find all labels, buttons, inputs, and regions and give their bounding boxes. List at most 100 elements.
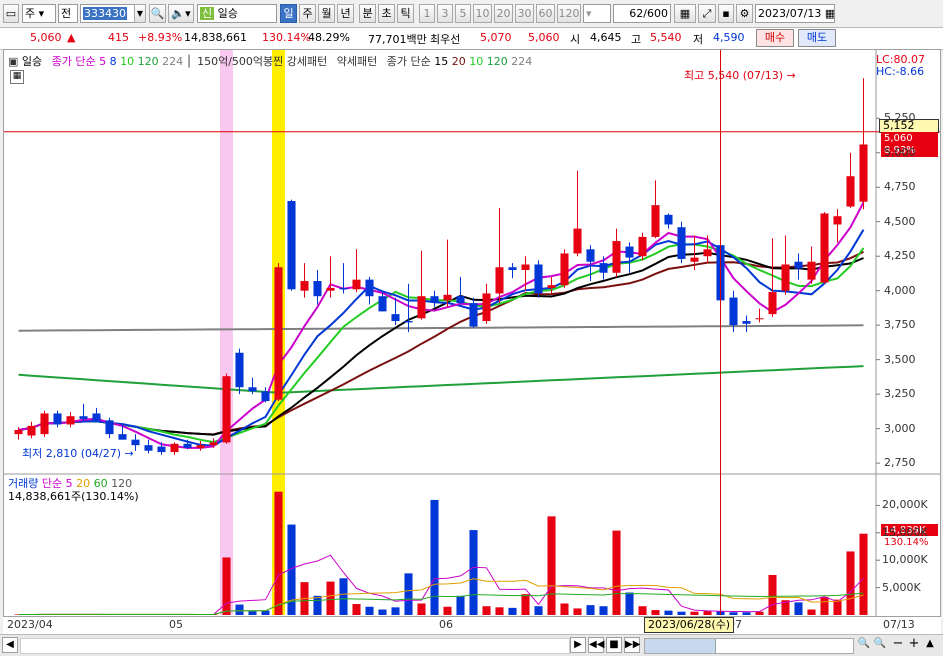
legend-stock-name: 일승: [22, 55, 42, 68]
volume-bar: [677, 612, 685, 615]
volume-bar: [313, 596, 321, 615]
period-week-button[interactable]: 주: [299, 4, 316, 23]
zoom-in-search-icon[interactable]: 🔍: [872, 637, 888, 653]
toolbar: ▭ 주 ▾ 전 333430 ▼ 🔍 🔈▾ 신 일승 일 주 월 년 분 초 틱…: [0, 0, 943, 28]
candle-body: [222, 376, 230, 442]
candle-body: [352, 280, 360, 290]
candle-body: [573, 229, 581, 254]
candle-body: [430, 296, 438, 302]
best-bid: 5,060: [528, 31, 560, 44]
candle-body: [456, 296, 464, 303]
candle-body: [170, 444, 178, 452]
window-icon[interactable]: ▭: [3, 4, 19, 23]
period-second-button[interactable]: 초: [378, 4, 395, 23]
period-select[interactable]: 전: [58, 4, 78, 23]
volume-bar: [469, 530, 477, 615]
scroll-track[interactable]: [20, 638, 570, 654]
minute-5-button[interactable]: 5: [455, 4, 471, 23]
candle-body: [183, 444, 191, 448]
type-select[interactable]: 주 ▾: [22, 4, 56, 23]
scrollbar[interactable]: ◀ ▶ ◀◀ ■ ▶▶ 🔍 🔍 − + ▲: [0, 634, 943, 656]
candle-body: [755, 318, 763, 319]
period-minute-button[interactable]: 분: [359, 4, 376, 23]
price-legend: ▣ 일승 종가 단순 5 8 10 120 224 ▏150억/500억봉찐 강…: [8, 53, 532, 69]
x-label-end: 07/13: [883, 618, 915, 631]
candle-body: [560, 253, 568, 285]
minute-20-button[interactable]: 20: [494, 4, 513, 23]
candle-body: [196, 445, 204, 448]
volume-bar: [664, 611, 672, 615]
volume-bar: [235, 605, 243, 615]
candle-body: [833, 216, 841, 224]
candle-body: [27, 426, 35, 436]
gear-icon[interactable]: ⚙: [736, 4, 753, 23]
minute-10-button[interactable]: 10: [473, 4, 492, 23]
period-month-button[interactable]: 월: [318, 4, 335, 23]
price-tick-label: 4,750: [884, 180, 916, 193]
grid-icon[interactable]: ▦: [674, 4, 696, 23]
minute-120-button[interactable]: 120: [557, 4, 581, 23]
expand-icon[interactable]: ⤢: [698, 4, 716, 23]
date-field[interactable]: 2023/07/13 ▦: [755, 4, 835, 23]
stop-icon[interactable]: ■: [606, 637, 622, 653]
price-chart[interactable]: [4, 50, 940, 633]
ma20-line: [19, 252, 864, 435]
volume-bar: [807, 610, 815, 615]
candle-body: [274, 267, 282, 399]
legend-ma120: 120: [138, 55, 159, 68]
zoom-out-search-icon[interactable]: 🔍: [856, 637, 872, 653]
period-day-button[interactable]: 일: [280, 4, 297, 23]
candle-body: [690, 258, 698, 262]
count-field[interactable]: 62/600: [613, 4, 671, 23]
chart-panel[interactable]: ▣ 일승 종가 단순 5 8 10 120 224 ▏150억/500억봉찐 강…: [3, 49, 941, 634]
rewind-icon[interactable]: ◀◀: [588, 637, 604, 653]
current-price: 5,060: [30, 31, 62, 44]
minus-icon[interactable]: −: [890, 637, 906, 653]
candle-body: [729, 298, 737, 326]
plus-icon[interactable]: +: [906, 637, 922, 653]
save-icon[interactable]: ▪: [718, 4, 734, 23]
candle-body: [794, 262, 802, 269]
price-tick-label: 5,000: [884, 146, 916, 159]
candle-body: [144, 445, 152, 451]
volume-ratio: 130.14%: [262, 31, 311, 44]
table-icon[interactable]: ▦: [10, 70, 24, 84]
zoom-track[interactable]: [644, 638, 854, 654]
minute-3-button[interactable]: 3: [437, 4, 453, 23]
fast-forward-icon[interactable]: ▶▶: [624, 637, 640, 653]
minute-60-button[interactable]: 60: [536, 4, 555, 23]
buy-button[interactable]: 매수: [756, 29, 794, 47]
legend-ma15: 15: [434, 55, 448, 68]
candle-body: [846, 176, 854, 206]
legend-ma-label: 종가 단순: [52, 55, 96, 68]
candle-body: [92, 413, 100, 420]
chevron-down-icon[interactable]: ▼: [134, 4, 146, 23]
sell-button[interactable]: 매도: [798, 29, 836, 47]
period-tick-button[interactable]: 틱: [397, 4, 414, 23]
minute-1-button[interactable]: 1: [419, 4, 435, 23]
turnover: 48.29%: [308, 31, 350, 44]
scroll-left-icon[interactable]: ◀: [2, 637, 18, 653]
search-icon[interactable]: 🔍: [149, 4, 166, 23]
volume-bar: [729, 612, 737, 615]
minute-30-button[interactable]: 30: [515, 4, 534, 23]
ma224-line: [19, 325, 864, 330]
volume-bar: [391, 607, 399, 615]
speaker-icon[interactable]: 🔈▾: [168, 4, 194, 23]
volume-bar: [573, 608, 581, 615]
low-annotation: 최저 2,810 (04/27) →: [22, 445, 134, 461]
price-tick-label: 4,500: [884, 215, 916, 228]
volume-bar: [755, 612, 763, 615]
legend-ma120b: 120: [487, 55, 508, 68]
zoom-thumb[interactable]: [645, 639, 716, 653]
period-year-button[interactable]: 년: [337, 4, 354, 23]
triangle-up-icon[interactable]: ▲: [922, 637, 938, 653]
legend-box-label: 150억/500억봉찐: [197, 55, 283, 68]
candle-body: [742, 321, 750, 324]
legend-ma20: 20: [452, 55, 466, 68]
volume-bar: [508, 608, 516, 615]
ma10-line: [19, 244, 864, 442]
scroll-right-icon[interactable]: ▶: [570, 637, 586, 653]
interval-select[interactable]: ▾: [583, 4, 611, 23]
volume-bar: [651, 610, 659, 615]
